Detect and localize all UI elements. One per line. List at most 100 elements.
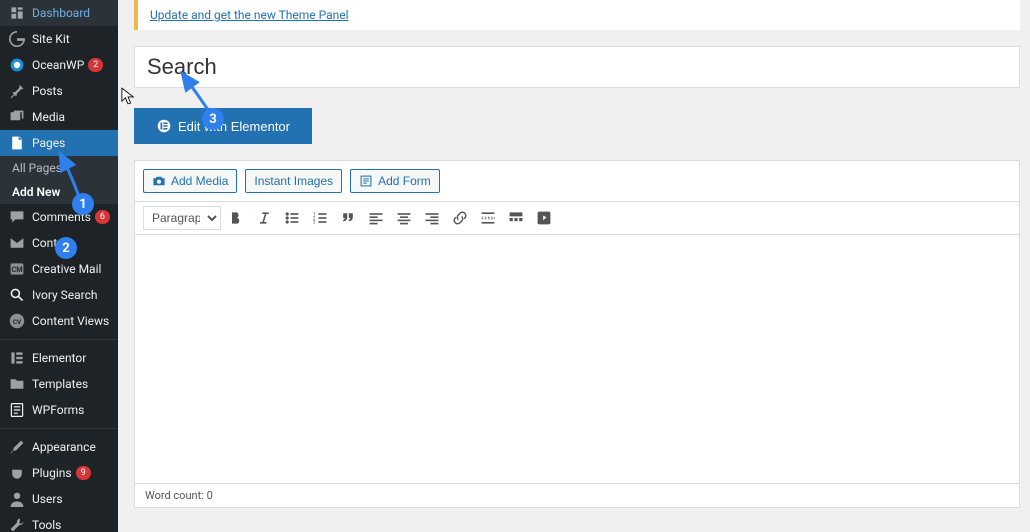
align-left-icon[interactable]	[363, 206, 389, 230]
menu-label: WPForms	[32, 403, 84, 417]
word-count-value: 0	[207, 489, 213, 502]
menu-tools[interactable]: Tools	[0, 512, 118, 532]
comments-badge: 6	[95, 210, 110, 225]
edit-with-elementor-button[interactable]: Edit with Elementor	[134, 108, 312, 144]
menu-pages[interactable]: Pages	[0, 130, 118, 156]
menu-label: Site Kit	[32, 32, 70, 46]
add-media-button[interactable]: Add Media	[143, 169, 237, 193]
dashboard-icon	[8, 4, 26, 22]
menu-ivory-search[interactable]: Ivory Search	[0, 282, 118, 308]
menu-label: Plugins	[32, 466, 72, 480]
bold-icon[interactable]	[223, 206, 249, 230]
italic-icon[interactable]	[251, 206, 277, 230]
menu-label: Users	[32, 492, 63, 506]
menu-label: Pages	[32, 136, 65, 150]
search-icon	[8, 286, 26, 304]
menu-label: Templates	[32, 377, 88, 391]
comment-icon	[8, 208, 26, 226]
menu-oceanwp[interactable]: OceanWP 2	[0, 52, 118, 78]
menu-content-views[interactable]: CV Content Views	[0, 308, 118, 334]
align-center-icon[interactable]	[391, 206, 417, 230]
submenu-all-pages[interactable]: All Pages	[0, 156, 118, 180]
notice-link[interactable]: Update and get the new Theme Panel	[150, 8, 349, 22]
menu-dashboard[interactable]: Dashboard	[0, 0, 118, 26]
update-badge: 2	[88, 58, 103, 73]
user-icon	[8, 490, 26, 508]
menu-label: Posts	[32, 84, 63, 98]
menu-label: Comments	[32, 210, 91, 224]
menu-elementor[interactable]: Elementor	[0, 345, 118, 371]
svg-text:3: 3	[313, 220, 316, 226]
menu-label: Dashboard	[32, 6, 90, 20]
toolbar-toggle-icon[interactable]	[503, 206, 529, 230]
menu-label: Content Views	[32, 314, 109, 328]
form-icon	[8, 401, 26, 419]
word-count-label: Word count:	[145, 489, 204, 502]
oceanwp-icon	[8, 56, 26, 74]
instant-images-button[interactable]: Instant Images	[245, 169, 342, 193]
form-small-icon	[359, 174, 373, 188]
menu-label: Ivory Search	[32, 288, 98, 302]
button-label: Add Form	[378, 174, 431, 188]
mail-icon	[8, 234, 26, 252]
menu-label: Contact	[32, 236, 74, 250]
elementor-icon	[8, 349, 26, 367]
menu-label: Creative Mail	[32, 262, 101, 276]
wrench-icon	[8, 516, 26, 532]
brush-icon	[8, 438, 26, 456]
admin-notice: Update and get the new Theme Panel	[134, 0, 1020, 30]
menu-wpforms[interactable]: WPForms	[0, 397, 118, 423]
editor-topbar: Add Media Instant Images Add Form	[135, 161, 1019, 202]
page-title-input[interactable]	[143, 50, 1011, 84]
button-label: Edit with Elementor	[178, 119, 290, 134]
folder-icon	[8, 375, 26, 393]
menu-separator	[0, 339, 118, 340]
button-label: Add Media	[171, 174, 228, 188]
menu-users[interactable]: Users	[0, 486, 118, 512]
plugins-badge: 9	[76, 466, 91, 481]
page-icon	[8, 134, 26, 152]
menu-label: Appearance	[32, 440, 96, 454]
submenu-add-new[interactable]: Add New	[0, 180, 118, 204]
camera-icon	[152, 174, 166, 188]
blockquote-icon[interactable]	[335, 206, 361, 230]
link-icon[interactable]	[447, 206, 473, 230]
menu-templates[interactable]: Templates	[0, 371, 118, 397]
cv-icon: CV	[8, 312, 26, 330]
pages-submenu: All Pages Add New	[0, 156, 118, 204]
menu-label: Media	[32, 110, 65, 124]
admin-sidebar: Dashboard Site Kit OceanWP 2 Posts Media…	[0, 0, 118, 532]
button-label: Instant Images	[254, 174, 333, 188]
main-content: Update and get the new Theme Panel Edit …	[118, 0, 1030, 532]
menu-media[interactable]: Media	[0, 104, 118, 130]
ocean-shortcode-icon[interactable]	[531, 206, 557, 230]
align-right-icon[interactable]	[419, 206, 445, 230]
editor-body[interactable]	[135, 235, 1019, 483]
number-list-icon[interactable]: 123	[307, 206, 333, 230]
menu-contact[interactable]: Contact	[0, 230, 118, 256]
media-icon	[8, 108, 26, 126]
editor-toolbar: Paragraph 123	[135, 202, 1019, 235]
google-icon	[8, 30, 26, 48]
menu-sitekit[interactable]: Site Kit	[0, 26, 118, 52]
menu-appearance[interactable]: Appearance	[0, 434, 118, 460]
menu-label: OceanWP	[32, 58, 84, 72]
menu-creative-mail[interactable]: CM Creative Mail	[0, 256, 118, 282]
pin-icon	[8, 82, 26, 100]
menu-plugins[interactable]: Plugins 9	[0, 460, 118, 486]
cm-icon: CM	[8, 260, 26, 278]
menu-separator	[0, 428, 118, 429]
bullet-list-icon[interactable]	[279, 206, 305, 230]
editor-footer: Word count: 0	[135, 483, 1019, 507]
elementor-circle-icon	[156, 118, 172, 134]
format-select[interactable]: Paragraph	[143, 206, 221, 230]
title-wrapper	[134, 46, 1020, 88]
menu-label: Tools	[32, 518, 61, 532]
menu-comments[interactable]: Comments 6	[0, 204, 118, 230]
menu-posts[interactable]: Posts	[0, 78, 118, 104]
add-form-button[interactable]: Add Form	[350, 169, 440, 193]
classic-editor: Add Media Instant Images Add Form Paragr…	[134, 160, 1020, 508]
svg-text:CV: CV	[13, 318, 22, 326]
menu-label: Elementor	[32, 351, 86, 365]
insert-more-icon[interactable]	[475, 206, 501, 230]
